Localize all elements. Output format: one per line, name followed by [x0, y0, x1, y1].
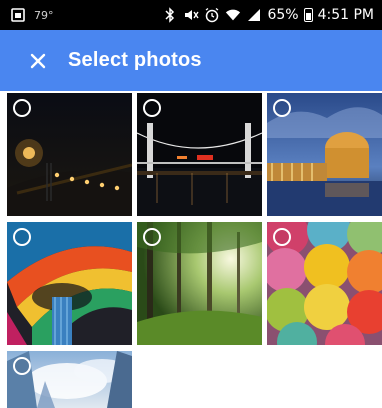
alarm-icon	[204, 7, 220, 23]
photo-tile-palace-of-fine-arts-dusk[interactable]	[267, 93, 382, 216]
mute-icon	[183, 7, 200, 23]
status-left: 79°	[10, 7, 54, 23]
photo-tile-colorful-dome-ceiling[interactable]	[7, 222, 132, 345]
clock: 4:51 PM	[317, 7, 374, 23]
photo-grid	[7, 93, 382, 408]
photo-tile-yarn-balls[interactable]	[267, 222, 382, 345]
temperature-text: 79°	[34, 8, 54, 22]
select-circle[interactable]	[13, 357, 31, 375]
select-circle[interactable]	[143, 99, 161, 117]
select-circle[interactable]	[13, 228, 31, 246]
wifi-icon	[225, 7, 241, 23]
select-circle[interactable]	[143, 228, 161, 246]
select-circle[interactable]	[273, 99, 291, 117]
signal-icon	[246, 7, 262, 23]
close-button[interactable]	[24, 47, 52, 75]
battery-icon	[303, 8, 313, 22]
gallery-notification-icon	[10, 7, 26, 23]
app-bar: Select photos	[0, 30, 382, 91]
status-right: 65% 4:51 PM	[162, 7, 374, 23]
close-icon	[30, 53, 46, 68]
status-bar: 79° 65% 4:51 PM	[0, 0, 382, 30]
photo-tile-rainbow-bridge-night[interactable]	[137, 93, 262, 216]
photo-tile-skyscrapers-clouds[interactable]	[7, 351, 132, 408]
battery-percent: 65%	[267, 7, 299, 23]
photo-tile-bridge-lights-night[interactable]	[7, 93, 132, 216]
photo-tile-sunlit-forest[interactable]	[137, 222, 262, 345]
page-title: Select photos	[68, 49, 202, 71]
select-circle[interactable]	[273, 228, 291, 246]
bluetooth-icon	[162, 7, 178, 23]
select-circle[interactable]	[13, 99, 31, 117]
